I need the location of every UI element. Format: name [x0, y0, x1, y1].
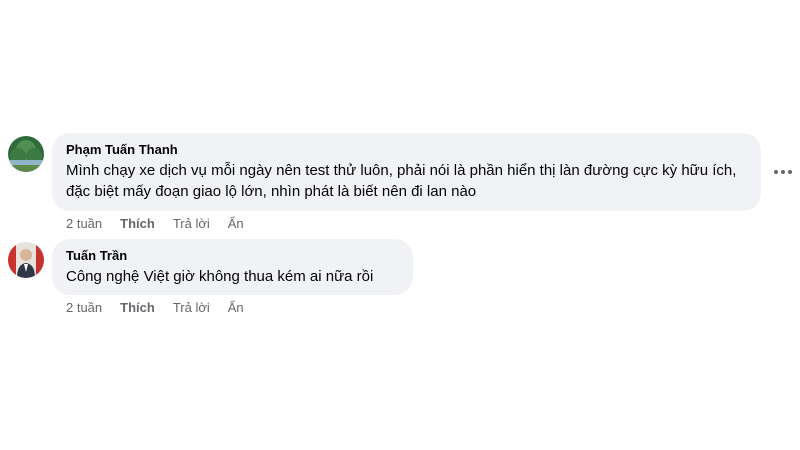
hide-button[interactable]: Ẩn: [228, 216, 244, 232]
comment-actions: 2 tuần Thích Trả lời Ẩn: [66, 216, 262, 232]
comment-bubble: Phạm Tuấn Thanh Mình chạy xe dịch vụ mỗi…: [52, 133, 761, 211]
avatar[interactable]: [8, 242, 44, 278]
avatar[interactable]: [8, 136, 44, 172]
comments-section: Phạm Tuấn Thanh Mình chạy xe dịch vụ mỗi…: [0, 0, 800, 450]
comment-bubble: Tuấn Trần Công nghệ Việt giờ không thua …: [52, 239, 413, 295]
comment-timestamp[interactable]: 2 tuần: [66, 300, 102, 316]
hide-button[interactable]: Ẩn: [228, 300, 244, 316]
comment-author[interactable]: Phạm Tuấn Thanh: [66, 142, 747, 158]
more-options-button[interactable]: [771, 160, 795, 184]
comment-author[interactable]: Tuấn Trần: [66, 248, 399, 264]
user-avatar-landscape-icon: [8, 136, 44, 172]
comment-text: Mình chạy xe dịch vụ mỗi ngày nên test t…: [66, 162, 737, 200]
reply-button[interactable]: Trả lời: [173, 216, 210, 232]
comment-timestamp[interactable]: 2 tuần: [66, 216, 102, 232]
like-button[interactable]: Thích: [120, 216, 155, 232]
reply-button[interactable]: Trả lời: [173, 300, 210, 316]
comment-text: Công nghệ Việt giờ không thua kém ai nữa…: [66, 268, 374, 285]
user-avatar-person-icon: [8, 242, 44, 278]
comment-actions: 2 tuần Thích Trả lời Ẩn: [66, 300, 262, 316]
like-button[interactable]: Thích: [120, 300, 155, 316]
more-options-icon: [774, 170, 792, 174]
